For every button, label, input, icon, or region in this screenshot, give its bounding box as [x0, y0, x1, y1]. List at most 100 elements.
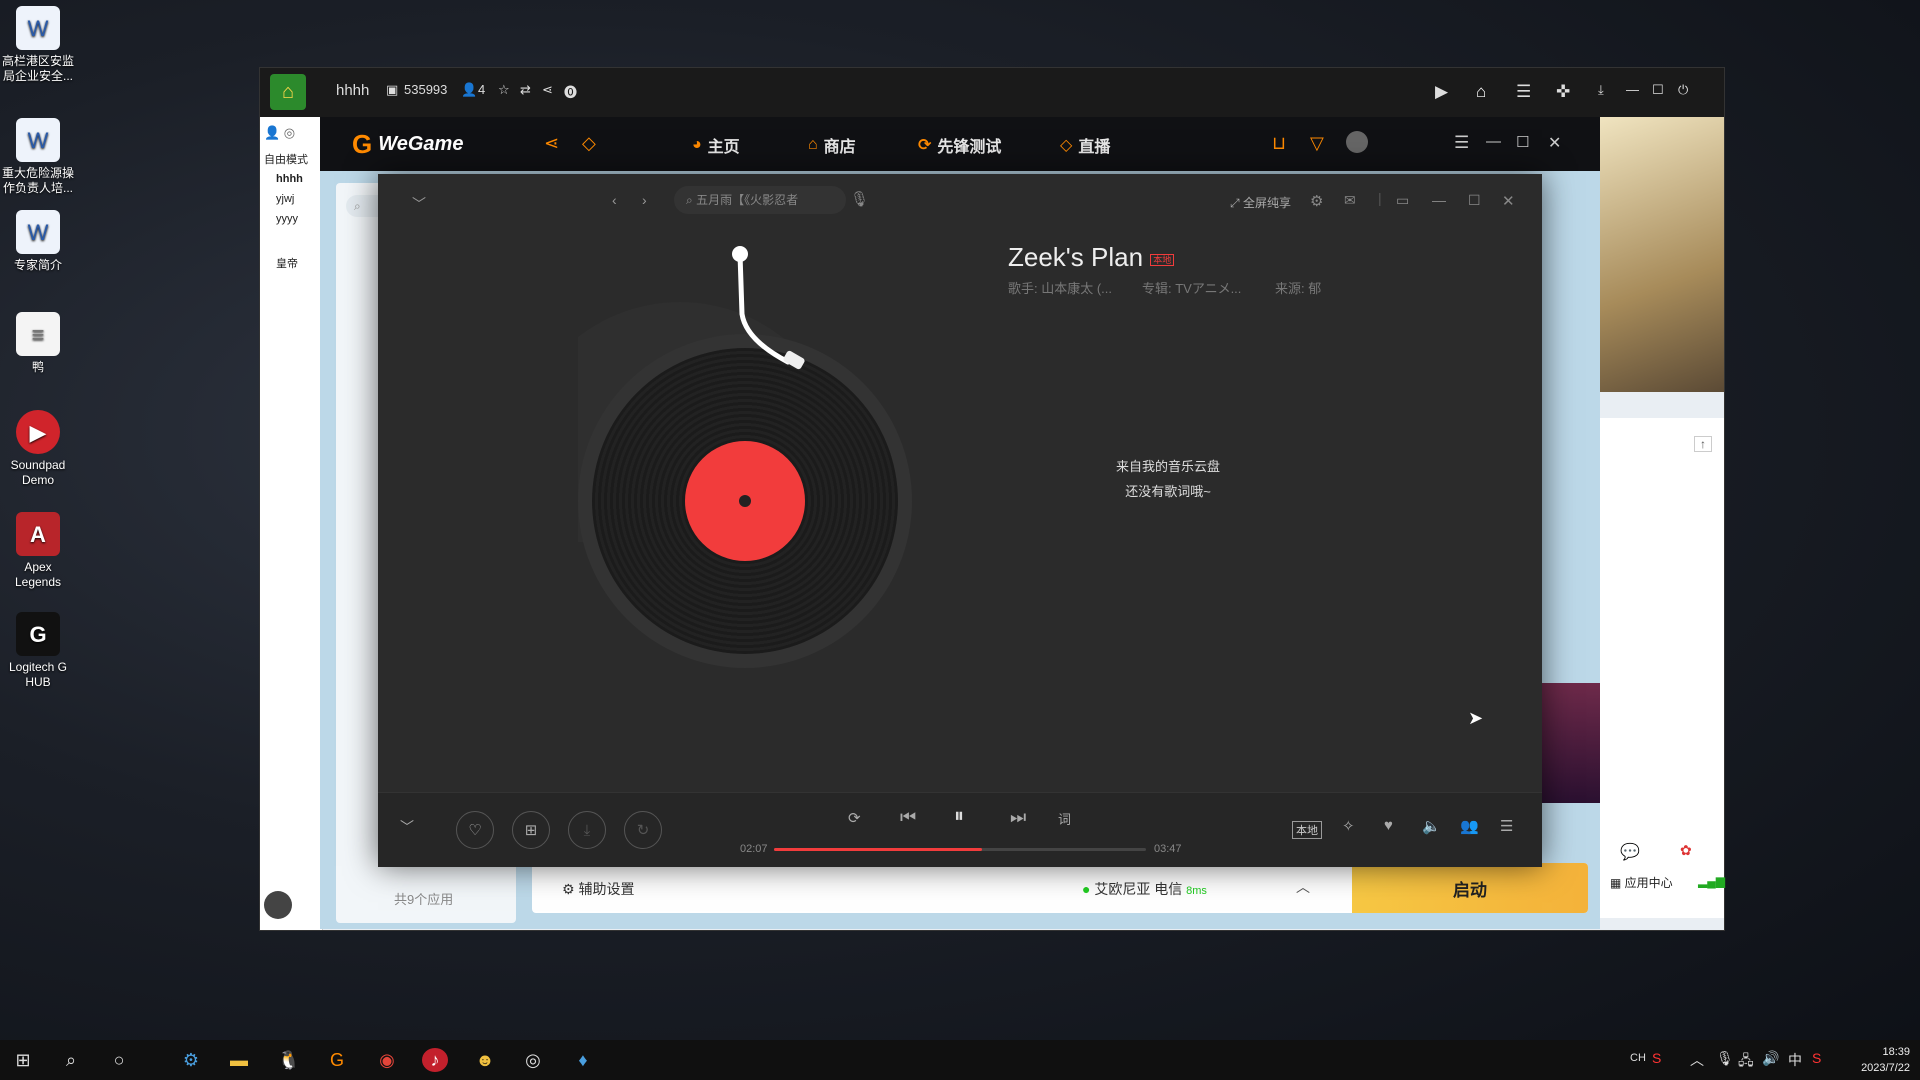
like-heart-icon[interactable]: ♡ [456, 811, 494, 849]
clock[interactable]: 18:39 2023/7/22 [1840, 1044, 1910, 1076]
qq-icon[interactable]: 🐧 [276, 1048, 302, 1072]
blue-app-icon[interactable]: ♦ [570, 1048, 596, 1072]
player-forward-icon[interactable]: › [642, 192, 647, 208]
menu-icon[interactable]: ☰ [1454, 133, 1469, 153]
player-maximize-icon[interactable]: ☐ [1468, 192, 1481, 209]
speaker-icon[interactable]: 🔊 [1762, 1050, 1779, 1067]
desktop-icon-doc3[interactable]: W 专家简介 [2, 210, 74, 273]
share-song-icon[interactable]: ↻ [624, 811, 662, 849]
playlist-icon[interactable]: ☰ [1500, 817, 1513, 835]
app-center[interactable]: ▦ 应用中心 [1610, 874, 1673, 891]
steam-icon[interactable]: ⚙ [178, 1048, 204, 1072]
assist-settings[interactable]: ⚙ 辅助设置 [562, 879, 634, 899]
wg-maximize-icon[interactable]: ☐ [1516, 133, 1529, 151]
search-icon[interactable]: ⌕ [58, 1048, 84, 1072]
desktop-icon-ghub[interactable]: G Logitech G HUB [2, 612, 74, 690]
progress-bar[interactable] [774, 848, 1146, 851]
launch-button[interactable]: 启动 [1352, 863, 1588, 913]
player-search-input[interactable]: ⌕ 五月雨【《火影忍者 [674, 186, 846, 214]
scroll-top-icon[interactable]: ↑ [1694, 436, 1712, 452]
mail-icon[interactable]: ✉ [1344, 192, 1356, 209]
fullscreen-button[interactable]: ⤢ 全屏纯享 [1230, 194, 1291, 211]
download-song-icon[interactable]: ⤓ [568, 811, 606, 849]
steering-app-icon[interactable]: ◎ [520, 1048, 546, 1072]
desktop-icon-doc2[interactable]: W 重大危险源操作负责人培... [2, 118, 74, 196]
transfer-icon[interactable]: ⇄ [520, 82, 531, 98]
user-avatar[interactable] [1346, 131, 1368, 153]
next-track-icon[interactable]: ⏭ [1010, 807, 1026, 828]
song-singer[interactable]: 歌手: 山本康太 (... [1008, 278, 1112, 297]
sogou-icon[interactable]: S [1652, 1050, 1661, 1066]
gamepad-icon[interactable]: ✜ [1556, 82, 1570, 102]
player-close-icon[interactable]: ✕ [1502, 192, 1515, 210]
nav-store[interactable]: ⌂ 商店 [808, 133, 856, 157]
power-icon[interactable]: ⏻ [1678, 82, 1688, 98]
wg-close-icon[interactable]: ✕ [1548, 133, 1561, 153]
home-icon[interactable]: ⌂ [1476, 82, 1486, 102]
network-icon[interactable]: 🖧 [1738, 1050, 1754, 1074]
avatar[interactable] [264, 891, 292, 919]
nav-pioneer-test[interactable]: ⟳ 先锋测试 [918, 133, 1001, 157]
sogou-tray-icon[interactable]: S [1812, 1050, 1821, 1066]
loop-mode-icon[interactable]: ⟳ [848, 809, 861, 827]
desktop-icon-apex[interactable]: A Apex Legends [2, 512, 74, 590]
sidebar-item-emperor[interactable]: 皇帝 [260, 229, 322, 275]
wg-minimize-icon[interactable]: — [1486, 133, 1501, 150]
netease-music-icon[interactable]: ♪ [422, 1048, 448, 1072]
sound-effect-icon[interactable]: ✧ [1342, 817, 1355, 835]
song-album[interactable]: 专辑: TVアニメ... [1142, 278, 1241, 297]
sidebar-mode[interactable]: 自由模式 [260, 149, 322, 169]
chrome-icon[interactable]: ◉ [374, 1048, 400, 1072]
star-icon[interactable]: ☆ [498, 82, 510, 98]
wegame-logo[interactable]: G WeGame [352, 129, 463, 160]
pause-icon[interactable]: ⏸ [954, 805, 964, 828]
add-to-playlist-icon[interactable]: ⊞ [512, 811, 550, 849]
skin-icon[interactable]: ♥ [1384, 817, 1393, 834]
sidebar-item-yjwj[interactable]: yjwj [260, 189, 322, 209]
listen-together-icon[interactable]: 👥 [1460, 817, 1479, 835]
player-minimize-icon[interactable]: — [1432, 192, 1446, 208]
home-house-icon[interactable]: ⌂ [270, 74, 306, 110]
forward-icon[interactable]: ◇ [582, 133, 596, 154]
server-select[interactable]: ● 艾欧尼亚 电信 8ms [1082, 879, 1207, 899]
collapse-chevron-icon[interactable]: ﹀ [412, 194, 426, 214]
lyrics-toggle-button[interactable]: 词 [1058, 809, 1071, 828]
owl-app-icon[interactable]: ☻ [472, 1048, 498, 1072]
chevron-up-icon[interactable]: ︿ [1296, 877, 1310, 897]
windows-start-icon[interactable]: ⊞ [10, 1048, 36, 1072]
sidebar-item-hhhh[interactable]: hhhh [260, 169, 322, 189]
song-source[interactable]: 来源: 郁 [1275, 278, 1321, 297]
previous-track-icon[interactable]: ⏮ [900, 807, 916, 828]
gift-icon[interactable]: ⊔ [1272, 133, 1286, 154]
cortana-icon[interactable]: ○ [106, 1048, 132, 1072]
player-back-icon[interactable]: ‹ [612, 192, 617, 208]
tray-chevron-icon[interactable]: ︿ [1690, 1050, 1704, 1070]
chat-bubble-icon[interactable]: 💬 [1620, 842, 1640, 862]
nav-live[interactable]: ◇ 直播 [1060, 133, 1110, 157]
sidebar-item-yyyy[interactable]: yyyy [260, 209, 322, 229]
rank-icon[interactable]: ▽ [1310, 133, 1324, 154]
microphone-icon[interactable]: 🎙 [1716, 1050, 1734, 1067]
local-quality-button[interactable]: 本地 [1292, 821, 1322, 839]
input-language[interactable]: 中 [1788, 1050, 1802, 1070]
desktop-icon-txt[interactable]: ≡ 鸭 [2, 312, 74, 375]
settings-gear-icon[interactable]: ⚙ [1310, 192, 1323, 210]
file-explorer-icon[interactable]: ▬ [226, 1048, 252, 1072]
flower-icon[interactable]: ✿ [1680, 842, 1692, 859]
info-icon[interactable]: ⓿ [564, 82, 577, 101]
download-icon[interactable]: ⤓ [1598, 82, 1604, 98]
nav-home[interactable]: ◕ 主页 [692, 133, 740, 157]
desktop-icon-doc1[interactable]: W 高栏港区安监局企业安全... [2, 6, 74, 84]
back-icon[interactable]: ⋖ [544, 133, 559, 154]
maximize-icon[interactable]: ☐ [1652, 82, 1664, 98]
list-icon[interactable]: ☰ [1516, 82, 1531, 102]
ime-indicator[interactable]: CH [1630, 1052, 1646, 1064]
wegame-taskbar-icon[interactable]: G [324, 1048, 350, 1072]
mic-icon[interactable]: 🎙 [850, 190, 869, 208]
minimize-icon[interactable]: — [1626, 82, 1639, 97]
collapse-down-icon[interactable]: ﹀ [400, 817, 414, 837]
share-icon[interactable]: ⋖ [542, 82, 553, 98]
desktop-icon-soundpad[interactable]: ▶ Soundpad Demo [2, 410, 74, 488]
mini-mode-icon[interactable]: ▭ [1396, 192, 1409, 209]
volume-icon[interactable]: 🔈 [1422, 817, 1441, 835]
